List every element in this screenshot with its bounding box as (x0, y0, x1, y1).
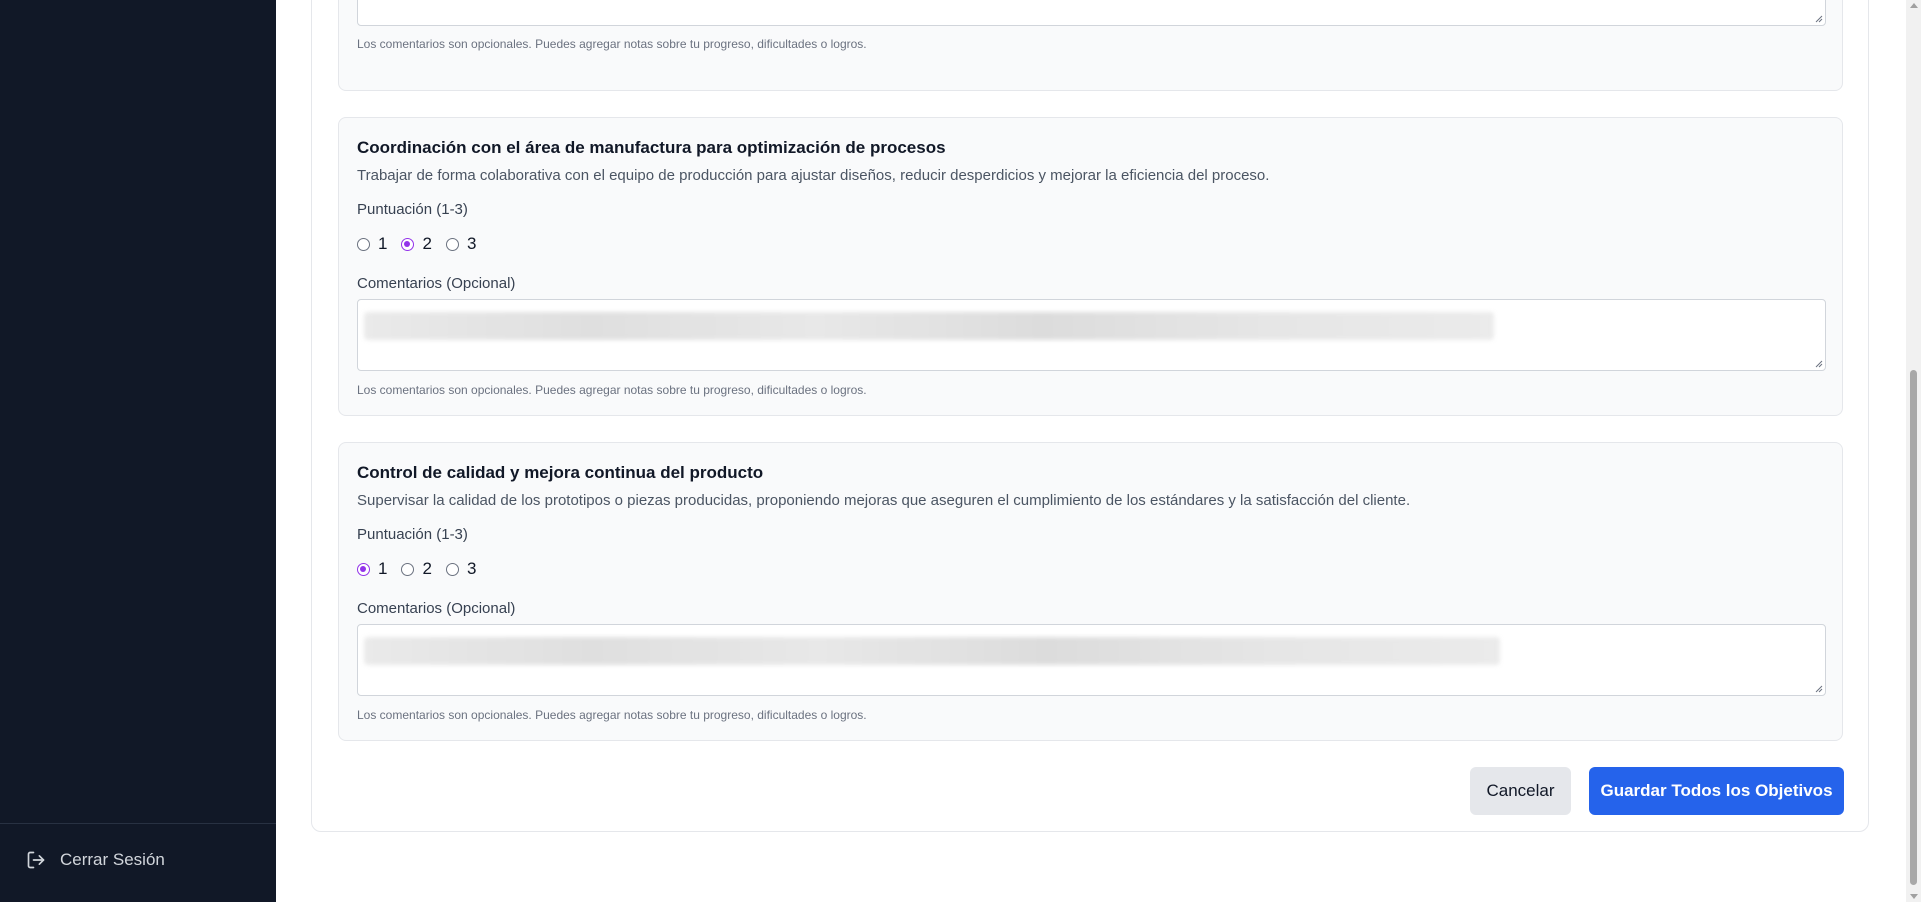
score-option-3[interactable]: 3 (445, 234, 476, 254)
radio-button-selected[interactable] (357, 562, 370, 576)
resize-grip-icon[interactable] (1815, 15, 1823, 23)
comments-help-text: Los comentarios son opcionales. Puedes a… (357, 37, 867, 51)
objective-title: Control de calidad y mejora continua del… (357, 463, 764, 482)
score-label: Puntuación (1-3) (357, 201, 468, 218)
score-label: Puntuación (1-3) (357, 526, 468, 543)
score-option-1[interactable]: 1 (357, 559, 387, 579)
scrollbar-thumb[interactable] (1910, 370, 1917, 885)
redacted-comment (364, 637, 1500, 665)
comments-label: Comentarios (Opcional) (357, 275, 516, 292)
resize-grip-icon[interactable] (1815, 360, 1823, 368)
logout-icon (27, 851, 45, 869)
radio-button[interactable] (401, 562, 415, 576)
objective-card-1: dsikasdinkdarisklushdikldshinkinsdrkhiad… (338, 0, 1843, 91)
resize-grip-icon[interactable] (1815, 685, 1823, 693)
scroll-down-arrow-icon[interactable] (1910, 894, 1918, 899)
score-radio-group: 1 2 3 (357, 234, 490, 254)
comments-textarea-3[interactable] (357, 624, 1826, 696)
sidebar-divider (0, 823, 276, 824)
cancel-button[interactable]: Cancelar (1470, 767, 1571, 815)
scroll-up-arrow-icon[interactable] (1910, 3, 1918, 8)
objective-card-2: Coordinación con el área de manufactura … (338, 117, 1843, 416)
comments-textarea-1[interactable]: dsikasdinkdarisklushdikldshinkinsdrkhiad… (357, 0, 1826, 26)
objective-description: Supervisar la calidad de los prototipos … (357, 492, 1411, 509)
logout-button[interactable]: Cerrar Sesión (26, 850, 165, 870)
sidebar: Cerrar Sesión (0, 0, 276, 902)
page-scrollbar[interactable] (1906, 0, 1921, 902)
comments-label: Comentarios (Opcional) (357, 600, 516, 617)
save-all-objectives-button[interactable]: Guardar Todos los Objetivos (1589, 767, 1844, 815)
radio-button[interactable] (445, 237, 459, 251)
radio-button-selected[interactable] (401, 237, 415, 251)
score-option-2[interactable]: 2 (401, 234, 432, 254)
score-option-2[interactable]: 2 (401, 559, 432, 579)
radio-button[interactable] (445, 562, 459, 576)
objective-card-3: Control de calidad y mejora continua del… (338, 442, 1843, 741)
logout-label: Cerrar Sesión (60, 850, 165, 869)
comments-help-text: Los comentarios son opcionales. Puedes a… (357, 383, 867, 397)
objective-title: Coordinación con el área de manufactura … (357, 138, 946, 157)
score-option-1[interactable]: 1 (357, 234, 387, 254)
main-content: dsikasdinkdarisklushdikldshinkinsdrkhiad… (276, 0, 1906, 902)
objective-description: Trabajar de forma colaborativa con el eq… (357, 167, 1270, 184)
score-radio-group: 1 2 3 (357, 559, 490, 579)
score-option-3[interactable]: 3 (445, 559, 476, 579)
comments-help-text: Los comentarios son opcionales. Puedes a… (357, 708, 867, 722)
comments-textarea-2[interactable] (357, 299, 1826, 371)
redacted-comment (364, 312, 1494, 340)
radio-button[interactable] (357, 237, 370, 251)
